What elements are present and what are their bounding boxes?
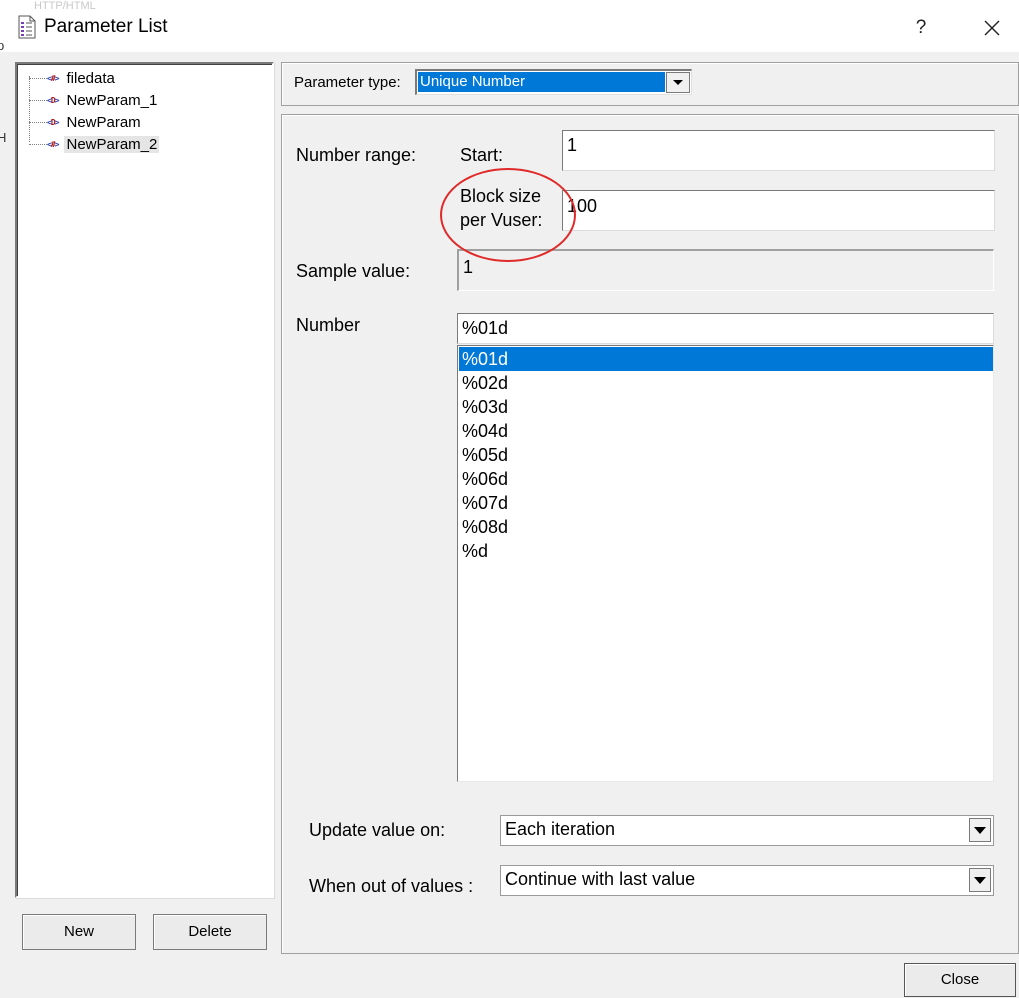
- out-of-values-current: Continue with last value: [505, 869, 696, 889]
- parameter-type-select[interactable]: Unique Number: [415, 69, 692, 95]
- list-item[interactable]: %03d: [459, 395, 993, 419]
- new-button[interactable]: New: [22, 914, 136, 950]
- dropdown-button[interactable]: [969, 868, 991, 892]
- close-button[interactable]: Close: [904, 963, 1016, 997]
- sample-value-label: Sample value:: [296, 261, 411, 281]
- list-item[interactable]: %d: [459, 539, 993, 563]
- start-label: Start:: [460, 145, 504, 165]
- list-item[interactable]: %07d: [459, 491, 993, 515]
- tree-item-label: filedata: [66, 69, 115, 87]
- date-param-icon: <D>: [47, 117, 59, 127]
- tree-item-filedata[interactable]: <#> filedata: [29, 68, 117, 88]
- chevron-down-icon: [974, 827, 986, 834]
- parameter-type-value: Unique Number: [418, 72, 665, 92]
- tree-item-label: NewParam: [66, 113, 141, 131]
- background-edge-letter: H: [0, 130, 7, 145]
- parameter-type-label: Parameter type:: [294, 74, 401, 91]
- list-item[interactable]: %04d: [459, 419, 993, 443]
- tree-connector: [29, 121, 47, 123]
- parameter-list-icon: [18, 15, 36, 39]
- tree-item-newparam-1[interactable]: <D> NewParam_1: [29, 90, 159, 110]
- chevron-down-icon: [673, 80, 683, 85]
- out-of-values-select[interactable]: Continue with last value: [500, 865, 994, 896]
- background-edge-letter: p: [0, 38, 5, 53]
- number-param-icon: <#>: [47, 139, 59, 149]
- tree-connector: [29, 77, 47, 79]
- chevron-down-icon: [974, 877, 986, 884]
- parameter-tree[interactable]: <#> filedata <D> NewParam_1 <D> NewParam…: [15, 62, 274, 898]
- tree-item-newparam-2[interactable]: <#> NewParam_2: [29, 134, 160, 154]
- number-range-label: Number range:: [296, 145, 417, 165]
- list-item[interactable]: %01d: [459, 347, 993, 371]
- update-value-select[interactable]: Each iteration: [500, 815, 994, 846]
- list-item[interactable]: %06d: [459, 467, 993, 491]
- tree-item-newparam[interactable]: <D> NewParam: [29, 112, 143, 132]
- block-size-label: per Vuser:: [460, 210, 543, 230]
- block-size-label: Block size: [460, 186, 542, 206]
- tree-connector: [29, 143, 47, 145]
- help-button[interactable]: ?: [906, 14, 936, 42]
- number-param-icon: <#>: [47, 73, 59, 83]
- tree-connector: [29, 99, 47, 101]
- list-item[interactable]: %05d: [459, 443, 993, 467]
- tree-item-label: NewParam_1: [66, 91, 158, 109]
- list-item[interactable]: %02d: [459, 371, 993, 395]
- dropdown-button[interactable]: [666, 72, 690, 93]
- delete-button[interactable]: Delete: [153, 914, 267, 950]
- block-size-input[interactable]: 100: [562, 190, 995, 231]
- update-value-current: Each iteration: [505, 819, 616, 839]
- sample-value-field: 1: [457, 249, 994, 291]
- number-format-input[interactable]: %01d: [457, 313, 994, 344]
- number-format-list[interactable]: %01d %02d %03d %04d %05d %06d %07d %08d …: [457, 345, 994, 782]
- date-param-icon: <D>: [47, 95, 59, 105]
- tree-item-label: NewParam_2: [64, 135, 160, 153]
- close-icon[interactable]: [976, 12, 1008, 44]
- background-window-edge: p H: [0, 20, 7, 180]
- list-item[interactable]: %08d: [459, 515, 993, 539]
- dropdown-button[interactable]: [969, 818, 991, 842]
- number-format-label: Number: [296, 315, 361, 335]
- out-of-values-label: When out of values :: [309, 876, 474, 896]
- start-input[interactable]: 1: [562, 130, 995, 171]
- background-window-text: HTTP/HTML: [34, 0, 96, 12]
- update-value-label: Update value on:: [309, 820, 446, 840]
- window-title: Parameter List: [44, 16, 168, 37]
